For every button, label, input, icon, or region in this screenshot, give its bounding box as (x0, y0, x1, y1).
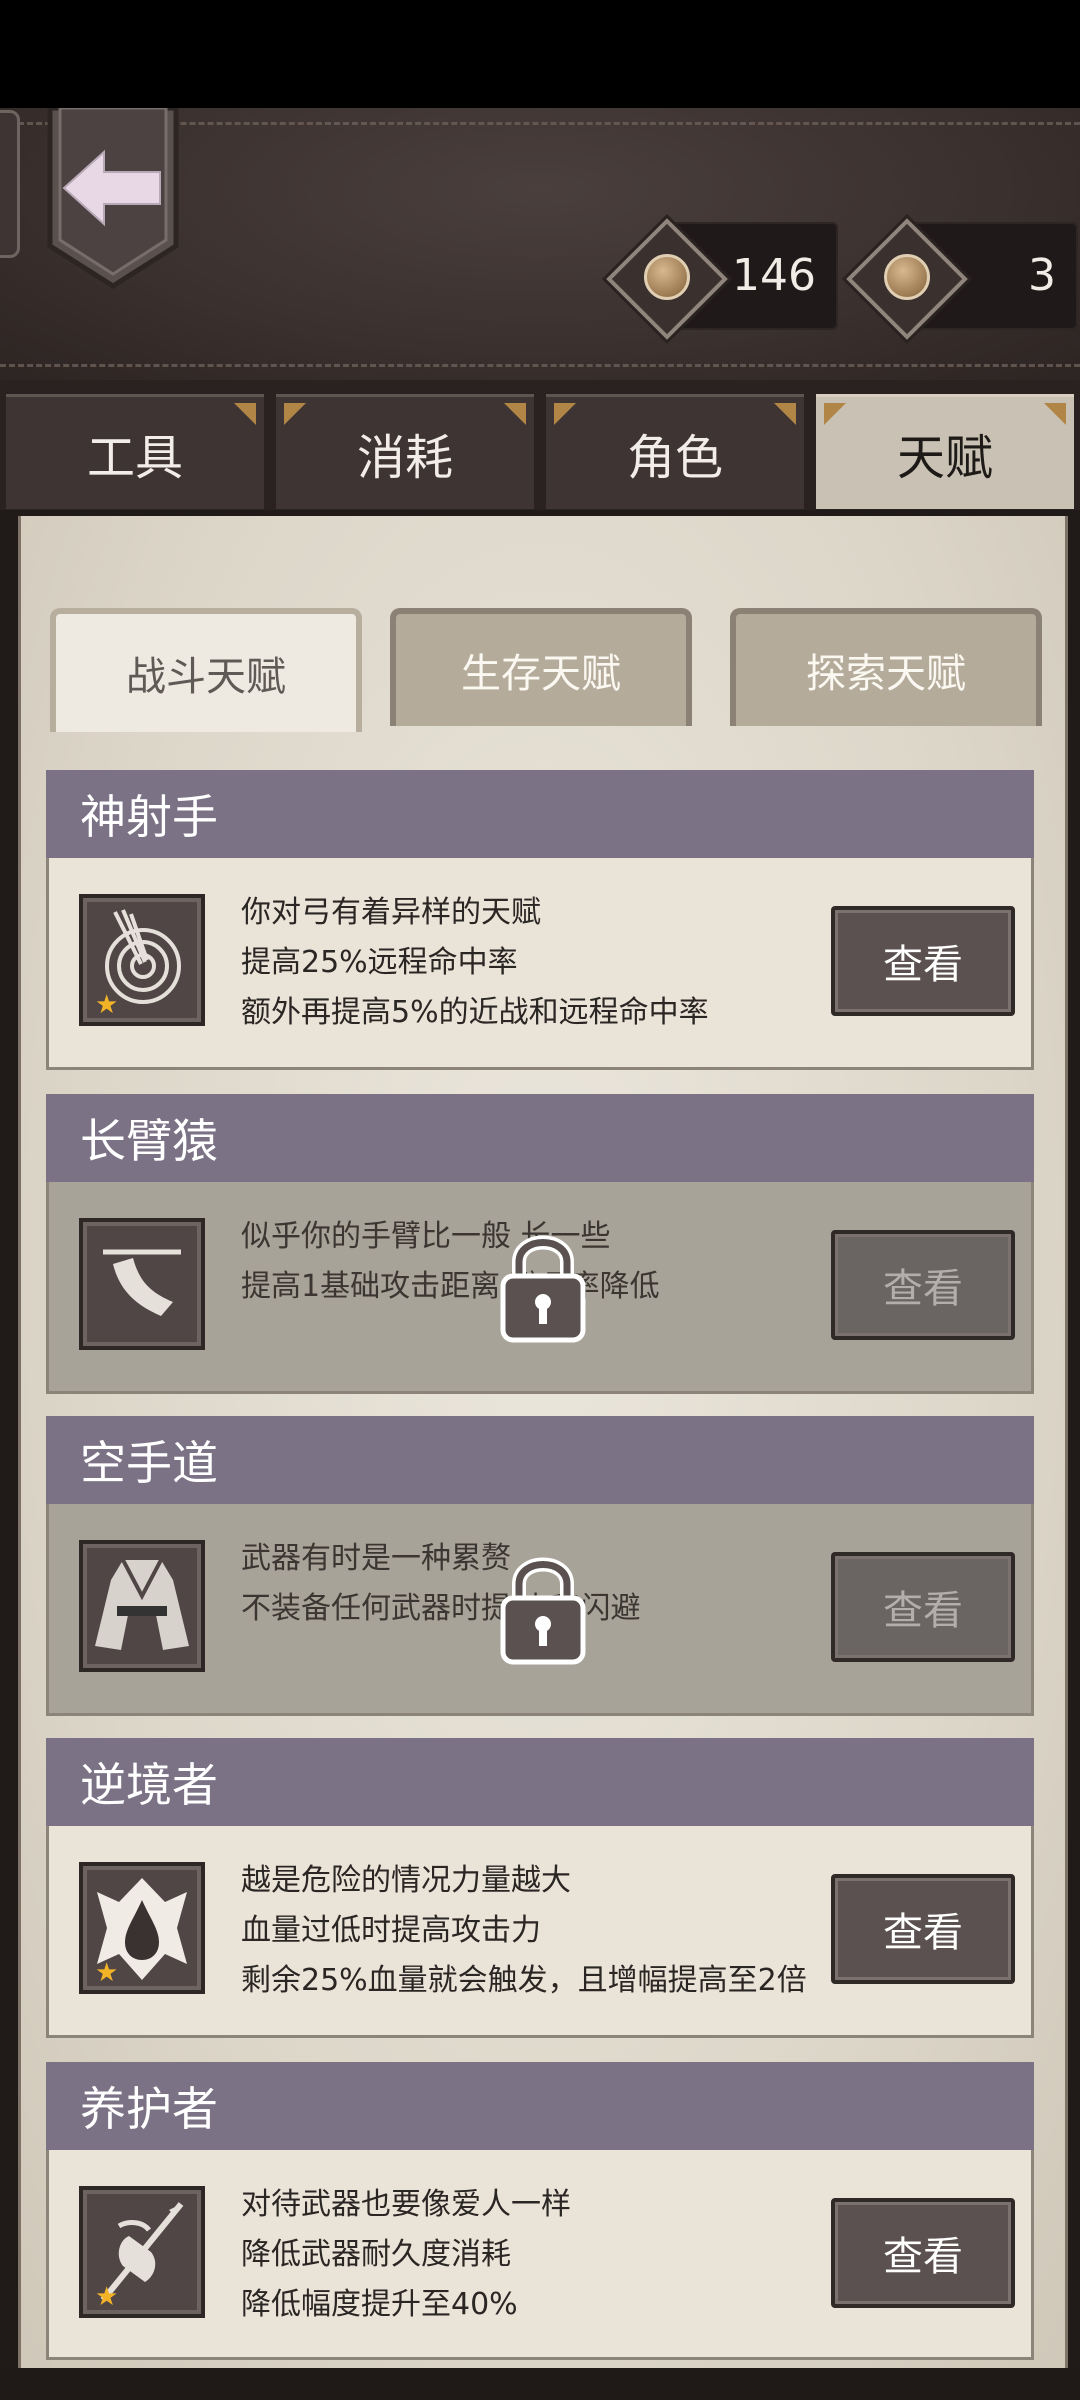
bottom-frame-edge (0, 2368, 1080, 2400)
talent-card: 神射手 ★ 你对弓有着异样的天赋 提高25%远程命中率 额外再提高5%的近战和远… (46, 770, 1034, 1072)
talent-title: 养护者 (46, 2062, 1034, 2150)
talent-description: 你对弓有着异样的天赋 提高25%远程命中率 额外再提高5%的近战和远程命中率 (241, 895, 709, 1030)
talent-body: 武器有时是一种累赘 不装备任何武器时提 击和闪避 查看 (46, 1504, 1034, 1716)
sub-tab-label: 生存天赋 (461, 651, 621, 697)
tab-label: 消耗 (356, 430, 453, 486)
currency-value: 146 (732, 250, 816, 301)
premium-currency-counter: 3 (846, 218, 1078, 340)
sub-tab-label: 探索天赋 (806, 651, 966, 697)
talent-title: 长臂猿 (46, 1094, 1034, 1182)
tab-tools[interactable]: 工具 (6, 394, 264, 509)
talent-title: 神射手 (46, 770, 1034, 858)
view-button[interactable]: 查看 (831, 906, 1015, 1016)
corner-ornament (504, 403, 526, 425)
karate-gi-icon (79, 1540, 205, 1672)
category-tab-bar: 工具 消耗 角色 天赋 (0, 380, 1080, 510)
lock-icon (497, 1228, 589, 1350)
view-button[interactable]: 查看 (831, 1552, 1015, 1662)
tab-survival-talents[interactable]: 生存天赋 (390, 608, 692, 726)
tab-label: 天赋 (896, 430, 993, 486)
tab-combat-talents[interactable]: 战斗天赋 (50, 608, 362, 732)
tab-exploration-talents[interactable]: 探索天赋 (730, 608, 1042, 726)
sub-tab-label: 战斗天赋 (126, 654, 286, 700)
coin-icon (644, 254, 690, 300)
star-icon: ★ (95, 1958, 119, 1988)
tab-consumables[interactable]: 消耗 (276, 394, 534, 509)
lock-icon (497, 1550, 589, 1672)
view-button[interactable]: 查看 (831, 1230, 1015, 1340)
corner-ornament (284, 403, 306, 425)
talent-body: 似乎你的手臂比一般 长一些 提高1基础攻击距离 避几率降低 查看 (46, 1182, 1034, 1394)
corner-ornament (1044, 403, 1066, 425)
stitch-line (0, 364, 1080, 367)
talent-description: 似乎你的手臂比一般 长一些 提高1基础攻击距离 避几率降低 (241, 1219, 660, 1304)
back-button[interactable] (46, 105, 180, 290)
tab-characters[interactable]: 角色 (546, 394, 804, 509)
tab-label: 工具 (86, 430, 183, 486)
corner-ornament (774, 403, 796, 425)
talent-description: 越是危险的情况力量越大 血量过低时提高攻击力 剩余25%血量就会触发，且增幅提高… (241, 1863, 807, 1998)
view-button[interactable]: 查看 (831, 2198, 1015, 2308)
talent-card: 长臂猿 似乎你的手臂比一般 长一些 提高1基础攻击距离 避几率降低 查看 (46, 1094, 1034, 1396)
corner-ornament (824, 403, 846, 425)
tab-talents[interactable]: 天赋 (816, 394, 1074, 509)
corner-ornament (554, 403, 576, 425)
talent-description: 对待武器也要像爱人一样 降低武器耐久度消耗 降低幅度提升至40% (241, 2187, 571, 2322)
talent-title: 空手道 (46, 1416, 1034, 1504)
talent-body: ★ 你对弓有着异样的天赋 提高25%远程命中率 额外再提高5%的近战和远程命中率… (46, 858, 1034, 1070)
long-arm-icon (79, 1218, 205, 1350)
status-bar-area (0, 0, 1080, 108)
talent-body: ★ 对待武器也要像爱人一样 降低武器耐久度消耗 降低幅度提升至40% 查看 (46, 2150, 1034, 2360)
tab-label: 角色 (626, 430, 723, 486)
side-panel-edge (0, 110, 20, 258)
talent-card: 空手道 武器有时是一种累赘 不装备任何武器时提 击和闪避 查看 (46, 1416, 1034, 1718)
talent-title: 逆境者 (46, 1738, 1034, 1826)
star-icon: ★ (95, 2282, 119, 2312)
gem-coin-icon (884, 254, 930, 300)
currency-counter: 146 (606, 218, 838, 340)
talent-card: 逆境者 ★ 越是危险的情况力量越大 血量过低时提高攻击力 剩余25%血量就会触发… (46, 1738, 1034, 2040)
talent-body: ★ 越是危险的情况力量越大 血量过低时提高攻击力 剩余25%血量就会触发，且增幅… (46, 1826, 1034, 2038)
currency-value: 3 (1028, 250, 1056, 301)
talent-card: 养护者 ★ 对待武器也要像爱人一样 降低武器耐久度消耗 降低幅度提升至40% 查… (46, 2062, 1034, 2364)
view-button[interactable]: 查看 (831, 1874, 1015, 1984)
star-icon: ★ (95, 990, 119, 1020)
corner-ornament (234, 403, 256, 425)
